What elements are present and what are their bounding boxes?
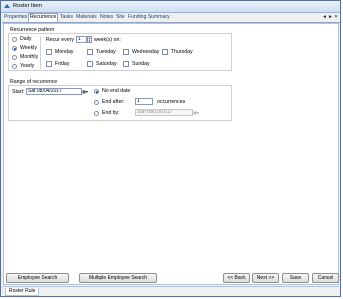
employee-search-button[interactable]: Employee Search — [6, 273, 69, 283]
day-friday-label: Friday — [55, 61, 70, 67]
back-button[interactable]: << Back — [223, 273, 250, 283]
start-label: Start: — [12, 89, 25, 95]
radio-end-by[interactable] — [94, 111, 99, 116]
radio-end-after-label: End after: — [102, 99, 125, 105]
next-button[interactable]: Next >> — [252, 273, 279, 283]
day-friday-checkbox[interactable] — [46, 61, 52, 67]
day-sunday-checkbox[interactable] — [123, 61, 129, 67]
day-wednesday-label: Wednesday — [132, 49, 160, 55]
radio-monthly[interactable] — [12, 55, 17, 60]
day-sunday-label: Sunday — [132, 61, 150, 67]
day-monday-checkbox[interactable] — [46, 49, 52, 55]
tab-strip: Properties Recurrence Tasks Materials No… — [2, 13, 340, 23]
tab-roster-rule[interactable]: Roster Rule — [5, 288, 40, 296]
tab-funding-summary[interactable]: Funding Summary — [128, 14, 170, 21]
radio-yearly-label: Yearly — [20, 63, 35, 69]
day-tuesday-label: Tuesday — [96, 49, 116, 55]
recurrence-pane: Recurrence pattern Daily Weekly Monthly … — [3, 23, 339, 285]
weeks-on-label: week(s) on: — [94, 37, 121, 43]
tab-recurrence[interactable]: Recurrence — [28, 13, 59, 22]
recurrence-pattern-group: Daily Weekly Monthly Yearly Recur every … — [8, 33, 232, 71]
roster-item-window: Roster Item Properties Recurrence Tasks … — [0, 0, 341, 297]
radio-end-by-label: End by: — [102, 110, 120, 116]
app-icon — [4, 3, 10, 9]
day-saturday-checkbox[interactable] — [87, 61, 93, 67]
day-tuesday-checkbox[interactable] — [87, 49, 93, 55]
tab-materials[interactable]: Materials — [76, 14, 97, 21]
radio-no-end-date-label: No end date — [102, 88, 131, 94]
title-bar: Roster Item — [1, 1, 340, 13]
radio-monthly-label: Monthly — [20, 54, 39, 60]
recur-every-input[interactable]: 1 — [76, 36, 87, 43]
recur-every-label: Recur every — [46, 37, 74, 43]
radio-weekly[interactable] — [12, 46, 17, 51]
tab-properties[interactable]: Properties — [4, 14, 27, 21]
radio-yearly[interactable] — [12, 64, 17, 69]
tab-site[interactable]: Site — [116, 14, 125, 21]
day-wednesday-checkbox[interactable] — [123, 49, 129, 55]
radio-end-after[interactable] — [94, 100, 99, 105]
pattern-divider — [40, 36, 41, 69]
end-by-date-input[interactable]: Sun 08/10/2017 — [135, 109, 193, 116]
window-title: Roster Item — [13, 3, 42, 9]
range-group: Start: Sat 08/04/2017 ▦▾ No end date End… — [8, 85, 232, 121]
radio-daily[interactable] — [12, 37, 17, 42]
bottom-tab-strip: Roster Rule — [2, 286, 339, 296]
radio-no-end-date[interactable] — [94, 89, 99, 94]
recur-every-spinner[interactable]: ▴ ▾ — [87, 36, 92, 43]
tab-scroll-right-icon[interactable]: ► — [328, 14, 333, 20]
tab-tasks[interactable]: Tasks — [60, 14, 73, 21]
tab-scroll-left-icon[interactable]: ◄ — [322, 14, 327, 20]
tab-close-icon[interactable]: ✕ — [334, 14, 338, 20]
end-after-input[interactable]: 1 — [135, 98, 153, 105]
radio-weekly-label: Weekly — [20, 45, 37, 51]
day-monday-label: Monday — [55, 49, 74, 55]
cancel-button[interactable]: Cancel — [312, 273, 339, 283]
end-by-calendar-icon[interactable]: ▦▾ — [193, 109, 199, 116]
radio-daily-label: Daily — [20, 36, 32, 42]
start-date-calendar-icon[interactable]: ▦▾ — [82, 88, 88, 95]
day-thursday-checkbox[interactable] — [162, 49, 168, 55]
occurrences-label: occurrences — [157, 99, 186, 105]
tab-notes[interactable]: Notes — [100, 14, 113, 21]
multiple-employee-search-button[interactable]: Multiple Employee Search — [79, 273, 157, 283]
day-saturday-label: Saturday — [96, 61, 117, 67]
start-date-input[interactable]: Sat 08/04/2017 — [26, 88, 82, 95]
day-thursday-label: Thursday — [171, 49, 193, 55]
save-button[interactable]: Save — [282, 273, 309, 283]
